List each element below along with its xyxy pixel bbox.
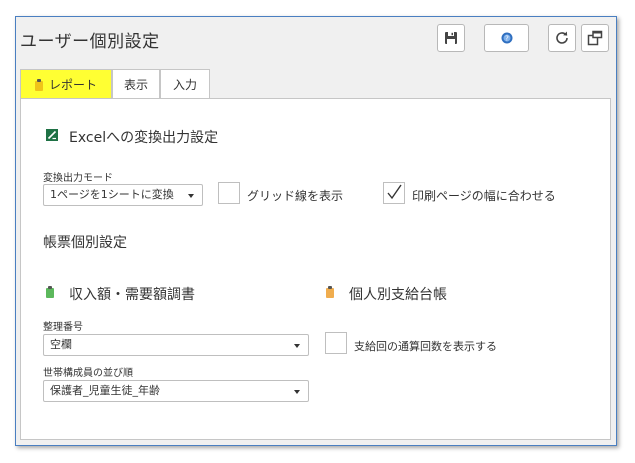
tab-input-label: 入力 — [172, 78, 197, 92]
seiri-number-select[interactable]: 空欄 — [43, 334, 309, 356]
output-mode-label: 変換出力モード — [43, 173, 113, 184]
clipboard-icon — [34, 78, 43, 91]
chevron-down-icon — [294, 390, 300, 394]
report-panel: Excelへの変換出力設定 変換出力モード 1ページを1シートに変換 グリッド線… — [20, 98, 611, 440]
clipboard-orange-icon — [326, 286, 334, 298]
excel-section-heading: Excelへの変換出力設定 — [69, 130, 219, 146]
member-order-value: 保護者_児童生徒_年齢 — [50, 384, 160, 397]
svg-text:?: ? — [505, 35, 509, 43]
chevron-down-icon — [188, 194, 194, 198]
fit-page-width-label: 印刷ページの幅に合わせる — [412, 189, 556, 203]
tab-display[interactable]: 表示 — [112, 69, 160, 99]
member-order-label: 世帯構成員の並び順 — [43, 368, 133, 379]
tab-report[interactable]: レポート — [20, 69, 112, 99]
form-settings-heading: 帳票個別設定 — [43, 235, 127, 251]
tab-report-label: レポート — [48, 78, 97, 92]
output-mode-value: 1ページを1シートに変換 — [50, 188, 174, 201]
cumulative-count-label: 支給回の通算回数を表示する — [354, 340, 497, 353]
grid-lines-label: グリッド線を表示 — [247, 189, 344, 203]
fit-page-width-checkbox[interactable] — [383, 182, 405, 204]
refresh-icon — [556, 31, 568, 44]
tab-input[interactable]: 入力 — [160, 69, 210, 99]
output-mode-select[interactable]: 1ページを1シートに変換 — [43, 184, 203, 206]
help-button[interactable]: ? — [484, 24, 529, 52]
income-section-heading: 収入額・需要額調書 — [69, 287, 195, 303]
help-icon: ? — [501, 32, 512, 44]
popout-icon — [587, 30, 603, 46]
save-button[interactable] — [437, 24, 465, 52]
clipboard-green-icon — [46, 286, 54, 298]
seiri-number-value: 空欄 — [50, 338, 72, 351]
cumulative-count-checkbox[interactable] — [325, 332, 347, 354]
tab-display-label: 表示 — [123, 78, 148, 92]
excel-icon — [46, 129, 58, 141]
personal-section-heading: 個人別支給台帳 — [349, 287, 447, 303]
refresh-button[interactable] — [548, 24, 576, 52]
chevron-down-icon — [294, 344, 300, 348]
window-title: ユーザー個別設定 — [20, 32, 160, 52]
member-order-select[interactable]: 保護者_児童生徒_年齢 — [43, 380, 309, 402]
popout-button[interactable] — [581, 24, 609, 52]
seiri-number-label: 整理番号 — [43, 322, 83, 333]
grid-lines-checkbox[interactable] — [218, 182, 240, 204]
checkmark-icon — [387, 184, 402, 200]
save-icon — [445, 32, 457, 44]
settings-window: ユーザー個別設定 ? レポート 表示 入力 Excelへの変換出力設定 変換出力… — [15, 16, 617, 446]
